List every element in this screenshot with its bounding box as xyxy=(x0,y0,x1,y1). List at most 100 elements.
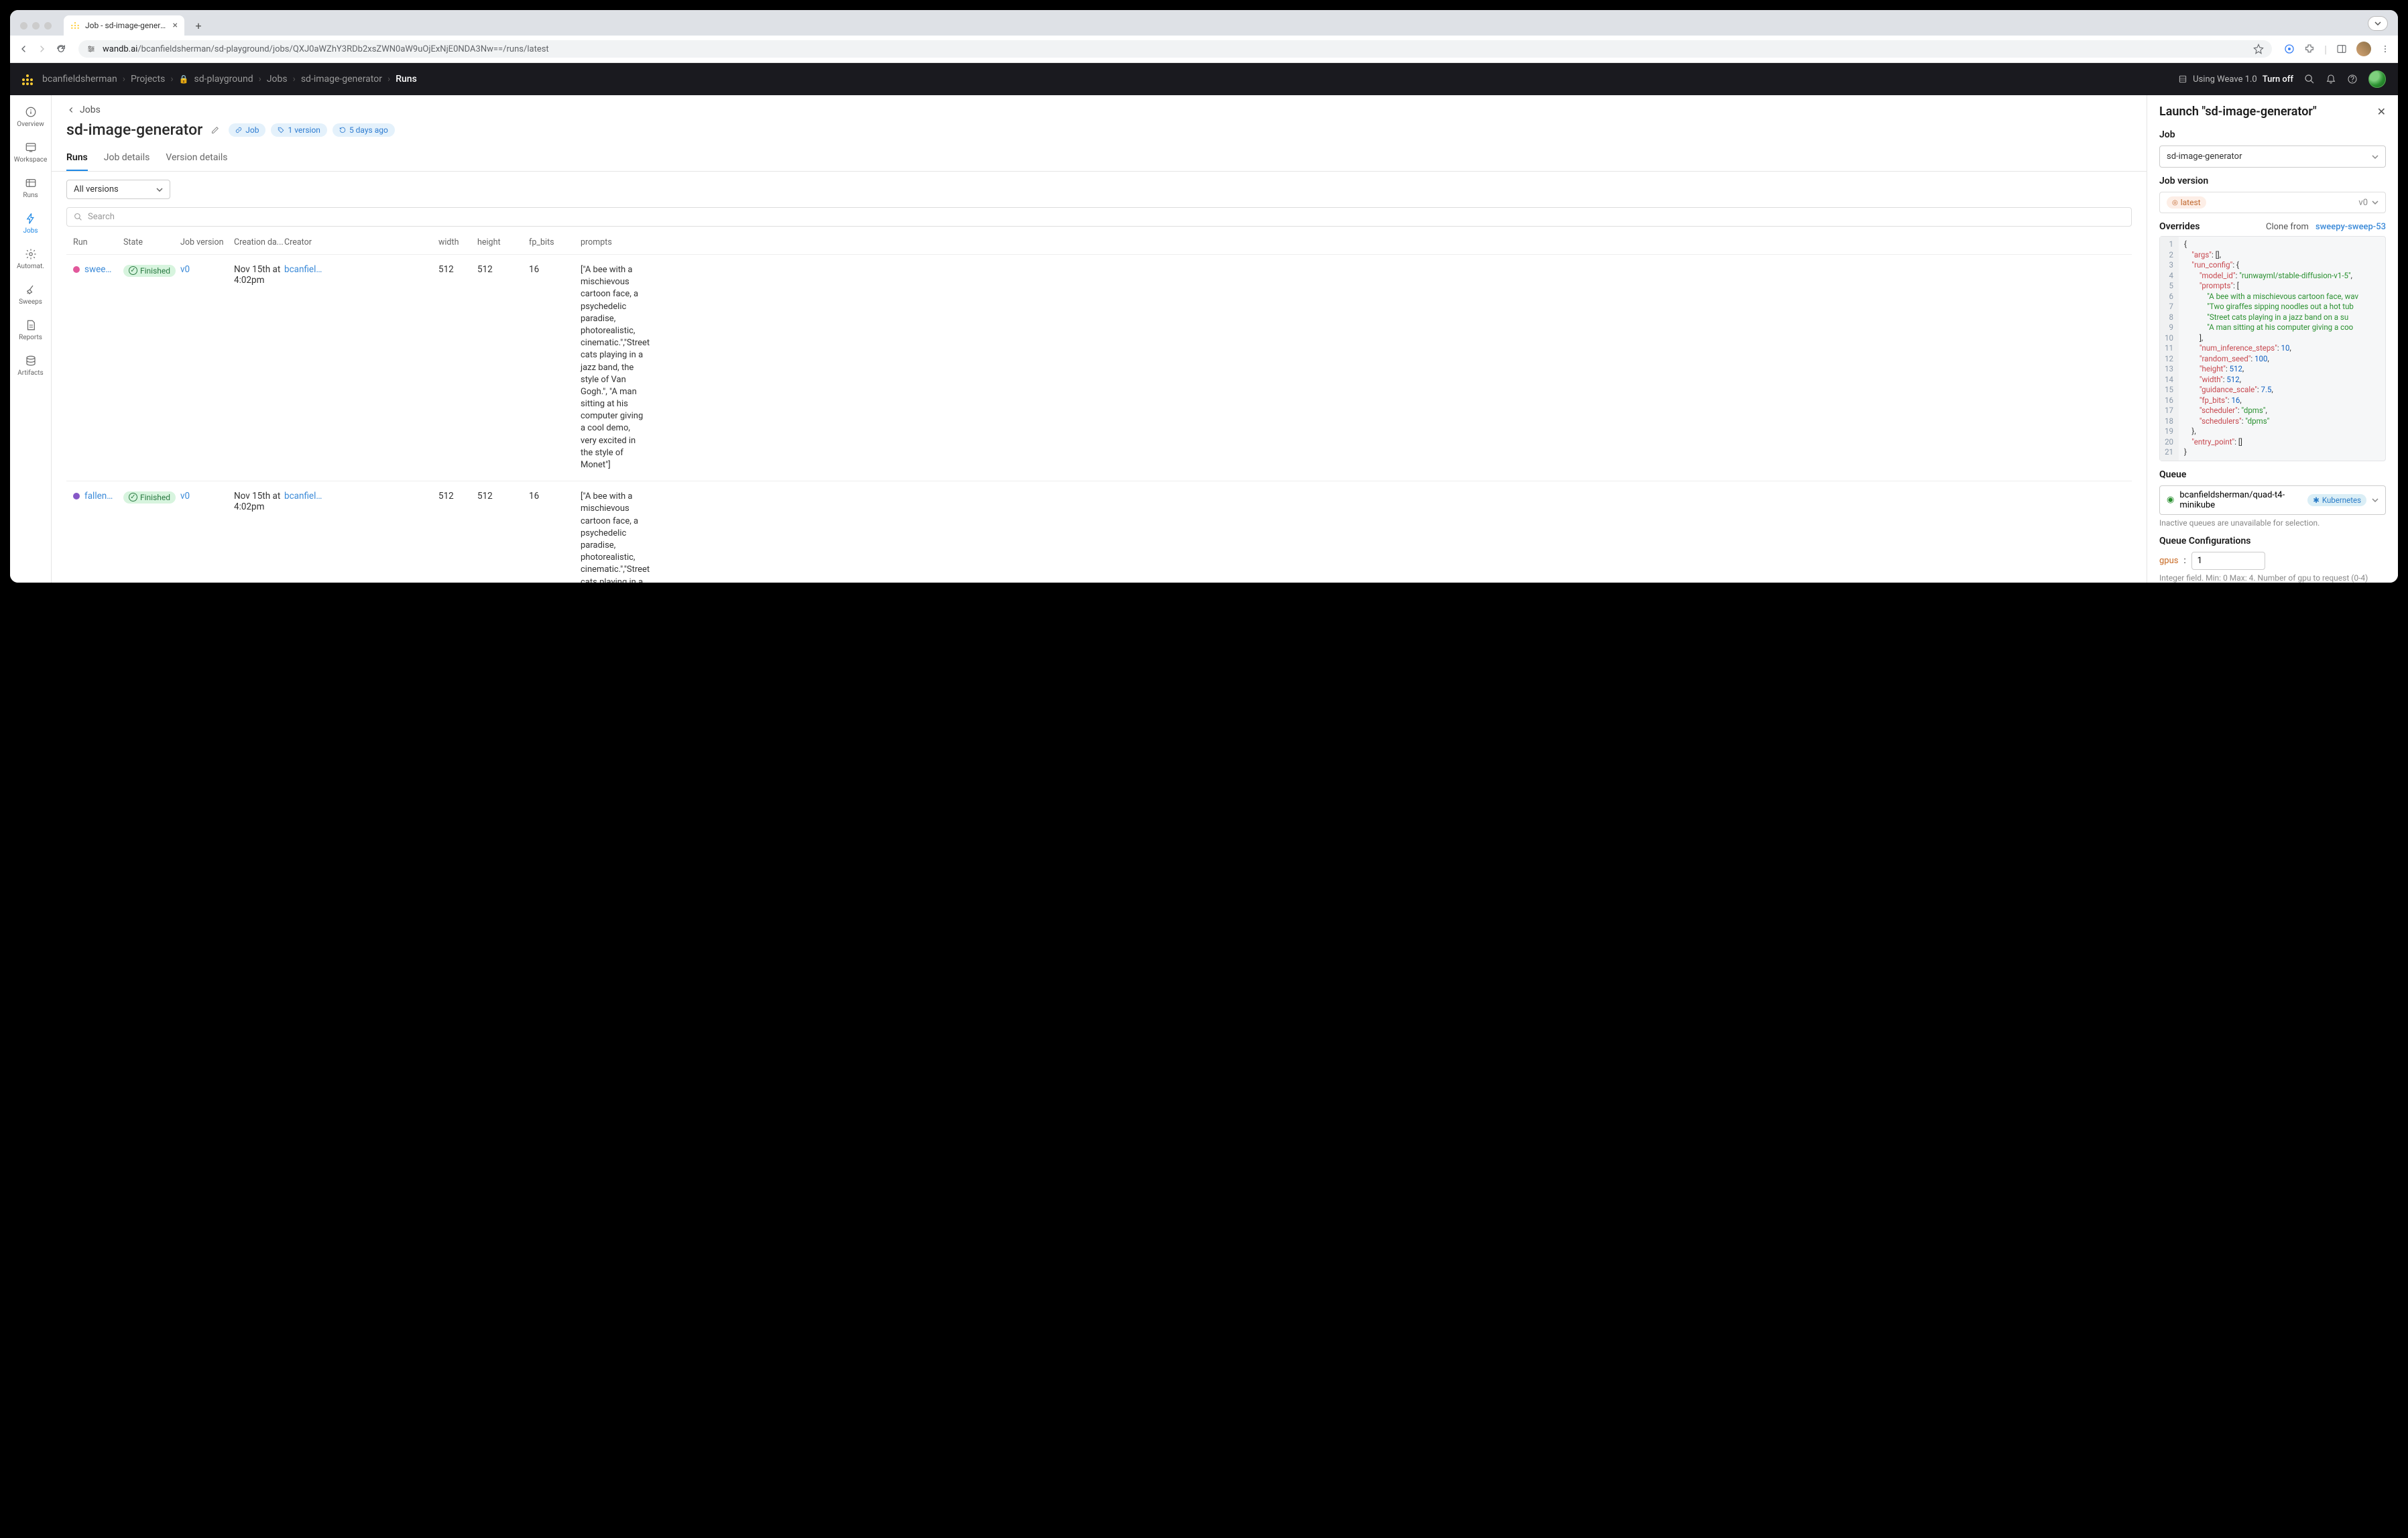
clone-from-link[interactable]: sweepy-sweep-53 xyxy=(2315,222,2386,232)
window-close[interactable] xyxy=(20,22,27,29)
sidebar-item-sweeps[interactable]: Sweeps xyxy=(13,278,49,311)
col-jv[interactable]: Job version xyxy=(180,237,234,247)
breadcrumb-user[interactable]: bcanfieldsherman xyxy=(42,74,117,84)
wandb-logo[interactable] xyxy=(22,73,33,85)
breadcrumb-job[interactable]: sd-image-generator xyxy=(301,74,382,84)
job-version-link[interactable]: v0 xyxy=(180,491,190,501)
gpu-input[interactable] xyxy=(2191,552,2265,570)
chrome-menu-icon[interactable] xyxy=(2381,44,2390,54)
star-icon[interactable] xyxy=(2253,44,2264,54)
help-icon[interactable] xyxy=(2347,74,2358,84)
breadcrumb: bcanfieldsherman › Projects › 🔒 sd-playg… xyxy=(42,74,417,84)
width-cell: 512 xyxy=(438,491,477,501)
extensions-icon[interactable] xyxy=(2304,44,2315,54)
run-link[interactable]: swee… xyxy=(84,264,111,275)
breadcrumb-jobs[interactable]: Jobs xyxy=(267,74,288,84)
tab-job-details[interactable]: Job details xyxy=(104,145,150,171)
col-state[interactable]: State xyxy=(123,237,180,247)
table-row[interactable]: fallen…Finishedv0Nov 15th at 4:02pmbcanf… xyxy=(66,481,2132,583)
search-icon[interactable] xyxy=(2304,74,2315,84)
window-zoom[interactable] xyxy=(44,22,52,29)
pill-job[interactable]: Job xyxy=(229,123,265,137)
panel-icon[interactable] xyxy=(2336,44,2347,54)
col-fp_bits[interactable]: fp_bits xyxy=(529,237,581,247)
job-select[interactable]: sd-image-generator xyxy=(2159,145,2386,168)
creation-date: Nov 15th at 4:02pm xyxy=(234,491,284,512)
queue-select[interactable]: ◉ bcanfieldsherman/quad-t4-minikube ✱Kub… xyxy=(2159,485,2386,515)
document-icon xyxy=(25,319,37,331)
window-minimize[interactable] xyxy=(32,22,40,29)
sidebar-item-jobs[interactable]: Jobs xyxy=(13,207,49,240)
pill-version[interactable]: 1 version xyxy=(271,123,326,137)
creator-link[interactable]: bcanfiel… xyxy=(284,264,438,275)
edit-icon[interactable] xyxy=(210,125,221,135)
weave-toggle[interactable]: Using Weave 1.0 Turn off xyxy=(2178,74,2293,84)
state-badge: Finished xyxy=(123,265,176,277)
tag-icon xyxy=(278,127,284,133)
url-bar[interactable]: wandb.ai/bcanfieldsherman/sd-playground/… xyxy=(78,40,2272,58)
sidebar-item-overview[interactable]: Overview xyxy=(13,101,49,133)
col-creation[interactable]: Creation da... xyxy=(234,237,284,247)
table-row[interactable]: swee… Finished v0 Nov 15th at 4:02pmbcanfie… xyxy=(66,254,2132,481)
table-header: RunStateJob versionCreation da...Creator… xyxy=(66,231,2132,254)
k8s-chip: ✱Kubernetes xyxy=(2307,494,2366,506)
site-settings-icon[interactable] xyxy=(86,44,96,54)
breadcrumb-projects[interactable]: Projects xyxy=(131,74,165,84)
chevron-down-icon xyxy=(2372,200,2379,204)
col-run[interactable]: Run xyxy=(73,237,123,247)
tab-close-icon[interactable]: × xyxy=(173,20,178,31)
tabs: Runs Job details Version details xyxy=(52,145,2147,172)
gpu-helper: Integer field. Min: 0 Max: 4. Number of … xyxy=(2159,573,2386,583)
code-editor[interactable]: 123456789101112131415161718192021 { "arg… xyxy=(2159,236,2386,461)
job-version-link[interactable]: v0 xyxy=(180,264,190,275)
sidebar-item-workspace[interactable]: Workspace xyxy=(13,136,49,169)
back-link[interactable]: Jobs xyxy=(52,95,2147,121)
nav-icons: | xyxy=(2284,42,2390,56)
version-select[interactable]: ◎latest v0 xyxy=(2159,192,2386,213)
chevron-down-icon xyxy=(156,188,163,192)
chrome-tabs-button[interactable] xyxy=(2368,16,2388,31)
browser-tab[interactable]: Job - sd-image-generator - R… × xyxy=(64,15,184,36)
traffic-lights xyxy=(20,22,52,29)
breadcrumb-current: Runs xyxy=(396,74,417,84)
broom-icon xyxy=(25,284,37,296)
height-cell: 512 xyxy=(477,491,529,501)
nav-bar: wandb.ai/bcanfieldsherman/sd-playground/… xyxy=(10,36,2398,63)
sidebar-item-reports[interactable]: Reports xyxy=(13,314,49,347)
sidebar-item-automat[interactable]: Automat. xyxy=(13,243,49,276)
page-title: sd-image-generator xyxy=(66,121,202,139)
fp-bits-cell: 16 xyxy=(529,491,581,501)
new-tab-button[interactable]: + xyxy=(190,17,207,34)
creation-date: Nov 15th at 4:02pm xyxy=(234,264,284,286)
version-filter-select[interactable]: All versions xyxy=(66,180,170,199)
breadcrumb-project[interactable]: sd-playground xyxy=(194,74,253,84)
run-link[interactable]: fallen… xyxy=(84,491,113,501)
pill-age[interactable]: 5 days ago xyxy=(333,123,395,137)
col-prompts[interactable]: prompts xyxy=(581,237,648,247)
tab-runs[interactable]: Runs xyxy=(66,145,88,171)
sidebar: Overview Workspace Runs Jobs Automat. Sw… xyxy=(10,95,52,583)
queue-helper: Inactive queues are unavailable for sele… xyxy=(2159,518,2386,528)
reload-button[interactable] xyxy=(56,44,66,54)
prompts-cell: ["A bee with a mischievous cartoon face,… xyxy=(581,264,648,471)
creator-link[interactable]: bcanfiel… xyxy=(284,491,438,501)
close-icon[interactable]: ✕ xyxy=(2377,105,2386,118)
table-icon xyxy=(25,177,37,189)
sidebar-item-artifacts[interactable]: Artifacts xyxy=(13,349,49,382)
profile-avatar[interactable] xyxy=(2356,42,2371,56)
chevron-down-icon xyxy=(2372,498,2379,502)
height-cell: 512 xyxy=(477,264,529,275)
tab-version-details[interactable]: Version details xyxy=(166,145,227,171)
col-width[interactable]: width xyxy=(438,237,477,247)
notifications-icon[interactable] xyxy=(2326,74,2336,84)
user-avatar[interactable] xyxy=(2368,70,2386,88)
ublock-icon[interactable] xyxy=(2284,44,2295,54)
prompts-cell: ["A bee with a mischievous cartoon face,… xyxy=(581,491,648,583)
version-label: Job version xyxy=(2159,176,2386,186)
sidebar-item-runs[interactable]: Runs xyxy=(13,172,49,204)
back-button[interactable] xyxy=(18,44,29,54)
search-input[interactable]: Search xyxy=(66,207,2132,227)
col-height[interactable]: height xyxy=(477,237,529,247)
col-creator[interactable]: Creator xyxy=(284,237,438,247)
latest-chip: ◎latest xyxy=(2167,196,2206,209)
